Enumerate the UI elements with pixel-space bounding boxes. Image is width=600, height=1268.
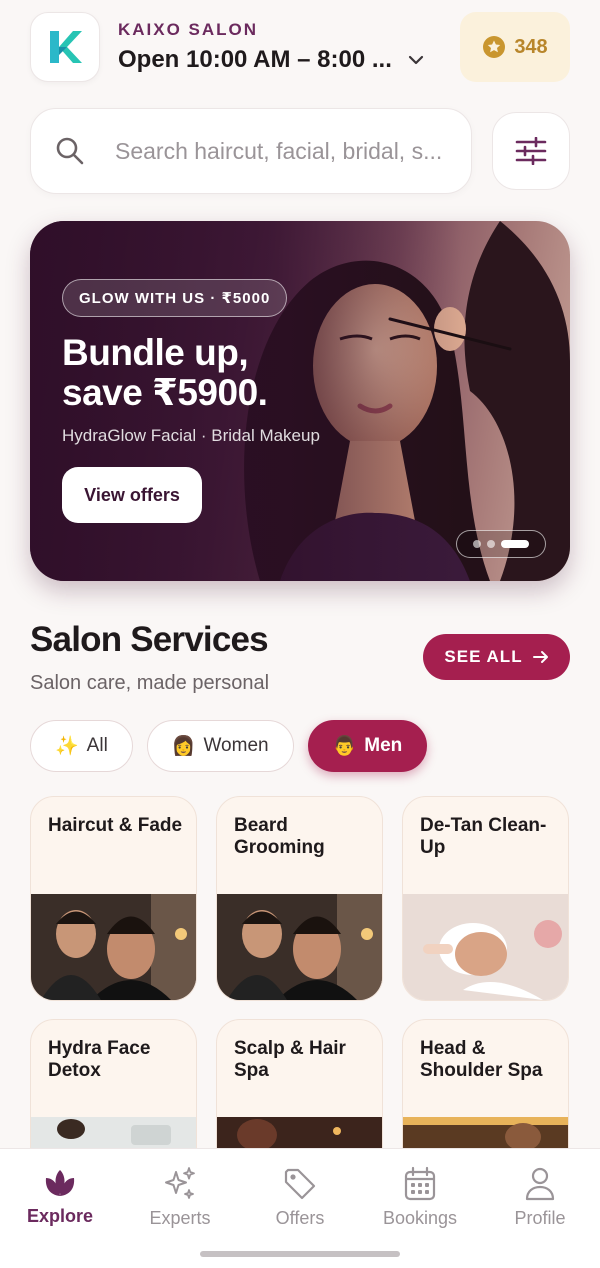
- service-card-detan[interactable]: De-Tan Clean-Up: [402, 796, 569, 1001]
- promo-headline: Bundle up, save ₹5900.: [62, 332, 268, 413]
- category-chips: ✨ All 👩 Women 👨 Men: [30, 720, 428, 772]
- calendar-icon: [404, 1166, 436, 1200]
- arrow-right-icon: [532, 651, 548, 663]
- section-subtitle: Salon care, made personal: [30, 672, 270, 694]
- see-all-button[interactable]: SEE ALL: [423, 634, 570, 680]
- salon-logo[interactable]: [30, 12, 100, 82]
- sparkles-icon: [165, 1166, 195, 1199]
- service-label: Beard Grooming: [234, 815, 325, 858]
- beard-grooming-image: [217, 894, 382, 1000]
- home-indicator[interactable]: [200, 1251, 400, 1257]
- headline-line-1: Bundle up,: [62, 332, 249, 373]
- chip-label: All: [86, 735, 108, 756]
- nav-label: Explore: [26, 1205, 94, 1226]
- store-info[interactable]: KAIXO SALON Open 10:00 AM – 8:00 ...: [118, 20, 460, 74]
- chip-all[interactable]: ✨ All: [30, 720, 133, 772]
- bottom-navigation: Explore Experts Offers Bookings Profile: [0, 1148, 600, 1268]
- service-label: Head & Shoulder Spa: [420, 1038, 543, 1081]
- barber-haircut-image: [31, 894, 196, 1000]
- filter-button[interactable]: [492, 112, 570, 190]
- service-label: Scalp & Hair Spa: [234, 1038, 346, 1081]
- carousel-dot[interactable]: [473, 540, 481, 548]
- lotus-icon: [45, 1169, 75, 1196]
- nav-profile[interactable]: Profile: [480, 1149, 600, 1245]
- nav-label: Profile: [514, 1207, 566, 1228]
- chip-label: Women: [203, 735, 269, 756]
- service-label: Haircut & Fade: [48, 815, 183, 836]
- chevron-down-icon[interactable]: [408, 55, 424, 65]
- woman-emoji-icon: 👩: [171, 736, 196, 757]
- store-hours: Open 10:00 AM – 8:00 ...: [118, 46, 392, 73]
- facial-treatment-image: [403, 894, 568, 1000]
- chip-men[interactable]: 👨 Men: [307, 720, 428, 772]
- top-header: KAIXO SALON Open 10:00 AM – 8:00 ... 348: [30, 12, 570, 82]
- promo-banner[interactable]: GLOW WITH US · ₹5000 Bundle up, save ₹59…: [30, 221, 570, 581]
- sliders-icon: [515, 137, 547, 165]
- service-label: De-Tan Clean-Up: [420, 815, 547, 858]
- carousel-dot-active[interactable]: [501, 540, 529, 548]
- nav-experts[interactable]: Experts: [120, 1149, 240, 1245]
- search-icon: [56, 137, 84, 165]
- nav-label: Offers: [275, 1207, 325, 1228]
- promo-subline: HydraGlow Facial · Bridal Makeup: [62, 426, 320, 445]
- service-card-beard[interactable]: Beard Grooming: [216, 796, 383, 1001]
- nav-label: Experts: [149, 1207, 211, 1228]
- nav-label: Bookings: [382, 1207, 458, 1228]
- nav-bookings[interactable]: Bookings: [360, 1149, 480, 1245]
- man-emoji-icon: 👨: [332, 736, 357, 757]
- nav-explore[interactable]: Explore: [0, 1149, 120, 1245]
- search-input[interactable]: [115, 137, 465, 165]
- carousel-dot[interactable]: [487, 540, 495, 548]
- chip-women[interactable]: 👩 Women: [146, 720, 294, 772]
- star-coin-icon: [483, 36, 506, 58]
- person-icon: [525, 1167, 555, 1200]
- promo-pill: GLOW WITH US · ₹5000: [62, 279, 288, 317]
- sparkles-emoji-icon: ✨: [55, 736, 79, 757]
- see-all-label: SEE ALL: [444, 647, 523, 666]
- service-card-haircut[interactable]: Haircut & Fade: [30, 796, 197, 1001]
- carousel-indicator[interactable]: [456, 530, 546, 558]
- tag-icon: [284, 1168, 316, 1199]
- view-offers-button[interactable]: View offers: [62, 467, 202, 523]
- loyalty-points-badge[interactable]: 348: [460, 12, 570, 82]
- service-label: Hydra Face Detox: [48, 1038, 151, 1081]
- points-count: 348: [514, 35, 548, 58]
- nav-offers[interactable]: Offers: [240, 1149, 360, 1245]
- search-bar[interactable]: [30, 108, 472, 194]
- chip-label: Men: [364, 735, 403, 756]
- kaixo-logo-icon: [50, 31, 82, 63]
- store-name: KAIXO SALON: [118, 20, 259, 39]
- headline-line-2: save ₹5900.: [62, 372, 268, 413]
- section-title: Salon Services: [30, 620, 269, 659]
